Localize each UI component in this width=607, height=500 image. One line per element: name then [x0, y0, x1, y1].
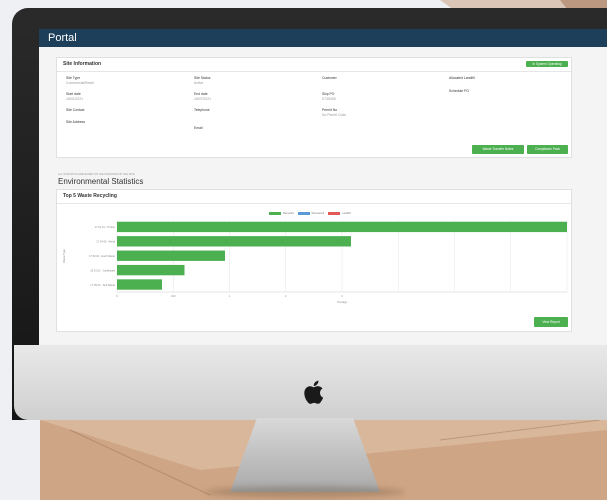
- end-date-field: End date 18/07/2021: [194, 92, 211, 101]
- allocated-landfill-field: Allocated Landfill: [449, 76, 475, 80]
- bar-recycled: [117, 279, 162, 290]
- x-tick-label: 2: [285, 294, 287, 298]
- status-badge: In System Operating: [526, 61, 568, 67]
- telephone-field: Telephone: [194, 108, 210, 112]
- y-tick-label: 17 04 05 - Metal: [96, 240, 115, 244]
- site-information-heading: Site Information: [57, 58, 571, 72]
- x-axis-label: Tonnage: [337, 300, 348, 304]
- app-title-bar: Portal: [39, 29, 607, 47]
- y-tick-label: 17 01 01 - Timber: [95, 225, 115, 229]
- legend-recovered[interactable]: Recovered: [297, 212, 324, 215]
- y-tick-label: 20 01 01 - Cardboard: [90, 268, 115, 272]
- y-axis-label: Waste Type: [62, 249, 66, 263]
- site-information-card: Site Information In System Operating Sit…: [56, 57, 572, 158]
- permit-no-field: Permit No No Permit Code: [322, 108, 347, 117]
- environmental-pre-heading: ALL STATISTICS ARE BASED ON THE DURATION…: [58, 173, 135, 176]
- legend-landfill[interactable]: Landfill: [328, 212, 350, 215]
- legend-recycled[interactable]: Recycled: [269, 212, 294, 215]
- x-tick-label: 3: [341, 294, 343, 298]
- customer-field: Customer: [322, 76, 337, 80]
- screen: Portal Site Information In System Operat…: [39, 29, 607, 345]
- bar-recycled: [117, 264, 185, 276]
- email-field: Email: [194, 126, 203, 130]
- schedule-po-field: Schedule PO: [449, 89, 469, 93]
- skip-po-field: Skip PO S735495: [322, 92, 336, 101]
- app-title: Portal: [48, 32, 77, 44]
- y-tick-label: 17 05 04 - Soil Waste: [90, 283, 115, 287]
- chart-legend: Recycled Recovered Landfill: [269, 212, 350, 215]
- compliance-pack-button[interactable]: Compliance Pack: [527, 145, 568, 154]
- x-tick-label: 0: [116, 294, 118, 298]
- x-tick-label: 1: [229, 294, 231, 298]
- stand-shadow: [205, 486, 405, 498]
- bar-recycled: [117, 236, 351, 247]
- y-tick-label: 17 09 04 - Hard Waste: [89, 254, 116, 258]
- waste-transfer-notes-button[interactable]: Waste Transfer Notes: [472, 145, 524, 154]
- x-tick-label: 100: [171, 294, 176, 298]
- top-5-waste-recycling-card: Top 5 Waste Recycling Recycled Recovered…: [56, 189, 572, 332]
- site-status-field: Site Status Active: [194, 76, 211, 85]
- apple-logo-icon: [304, 380, 324, 404]
- view-report-button[interactable]: View Report: [534, 317, 568, 327]
- environmental-statistics-heading: Environmental Statistics: [58, 177, 144, 186]
- top-5-waste-recycling-heading: Top 5 Waste Recycling: [57, 190, 571, 204]
- site-type-field: Site Type Commercial/Retail: [66, 76, 94, 85]
- bar-recycled: [117, 221, 567, 233]
- site-contact-field: Site Contact: [66, 108, 85, 112]
- bar-recycled: [117, 250, 225, 261]
- recycling-bar-chart: 17 01 01 - Timber 17 04 05 - Metal 17 09 0…: [62, 220, 568, 304]
- site-address-field: Site Address: [66, 120, 86, 124]
- start-date-field: Start date 18/01/2021: [66, 92, 83, 101]
